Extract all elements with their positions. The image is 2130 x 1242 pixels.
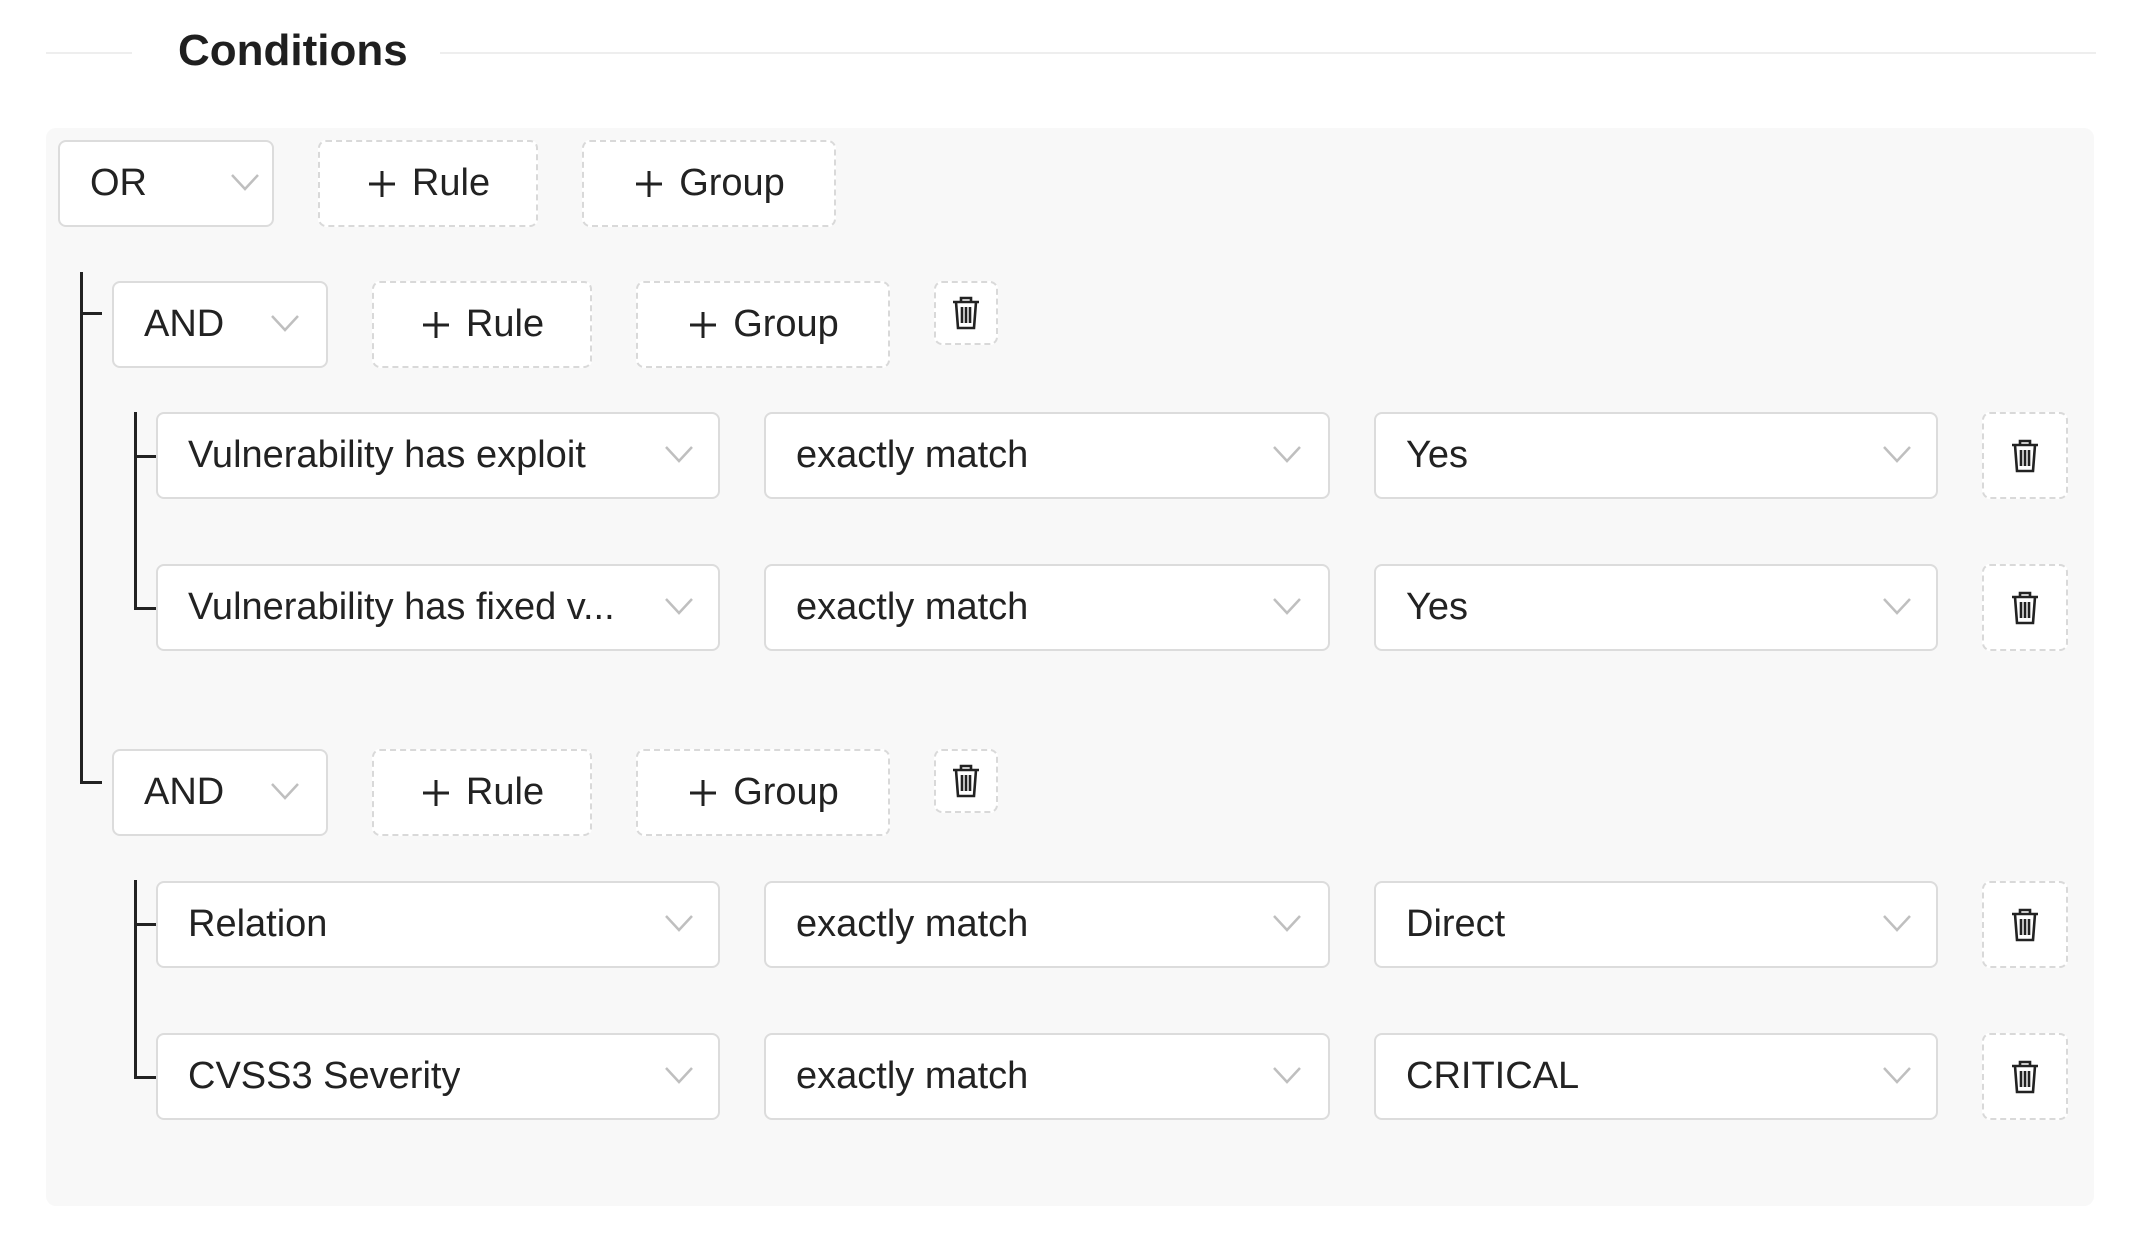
rule-operator-select[interactable]: exactly match: [764, 412, 1330, 499]
trash-icon: [2012, 1060, 2038, 1093]
root-add-rule-button[interactable]: Rule: [318, 140, 538, 227]
add-rule-label: Rule: [465, 303, 545, 345]
rule-field-select[interactable]: CVSS3 Severity: [156, 1033, 720, 1120]
rule-value-select[interactable]: CRITICAL: [1374, 1033, 1938, 1120]
chevron-down-icon: [271, 783, 299, 800]
group-1-add-group-button[interactable]: Group: [636, 281, 890, 368]
tree-connector: [134, 607, 156, 610]
rule-delete-button[interactable]: [1982, 1033, 2068, 1120]
chevron-down-icon: [1273, 598, 1301, 615]
chevron-down-icon: [665, 915, 693, 932]
chevron-down-icon: [665, 598, 693, 615]
rule-value: Yes: [1406, 586, 1468, 628]
rule-operator-select[interactable]: exactly match: [764, 881, 1330, 968]
rule-field-value: Vulnerability has exploit: [188, 434, 586, 476]
tree-connector: [134, 412, 137, 610]
group-operator-value: AND: [144, 303, 225, 345]
rule-value: Direct: [1406, 903, 1506, 945]
rule-field-value: CVSS3 Severity: [188, 1055, 461, 1097]
rule-value-select[interactable]: Yes: [1374, 412, 1938, 499]
add-rule-label: Rule: [411, 162, 491, 204]
plus-icon: [422, 779, 449, 806]
tree-connector: [80, 312, 102, 315]
group-1-delete-button[interactable]: [934, 281, 998, 345]
group-1-operator-select[interactable]: AND: [112, 281, 328, 368]
tree-connector: [80, 781, 102, 784]
group-1-add-rule-button[interactable]: Rule: [372, 281, 592, 368]
rule-delete-button[interactable]: [1982, 412, 2068, 499]
section-title: Conditions: [178, 26, 408, 75]
trash-icon: [2012, 591, 2038, 624]
plus-icon: [368, 170, 395, 197]
group-2-delete-button[interactable]: [934, 749, 998, 813]
group-2-add-group-button[interactable]: Group: [636, 749, 890, 836]
chevron-down-icon: [1273, 446, 1301, 463]
group-2-operator-select[interactable]: AND: [112, 749, 328, 836]
trash-icon: [2012, 439, 2038, 472]
add-group-label: Group: [679, 162, 785, 204]
rule-field-value: Relation: [188, 903, 328, 945]
tree-connector: [80, 272, 83, 784]
trash-icon: [2012, 908, 2038, 941]
tree-connector: [134, 880, 137, 1079]
rule-operator-value: exactly match: [796, 434, 1029, 476]
rule-delete-button[interactable]: [1982, 564, 2068, 651]
chevron-down-icon: [1273, 915, 1301, 932]
rule-value-select[interactable]: Direct: [1374, 881, 1938, 968]
chevron-down-icon: [665, 446, 693, 463]
tree-connector: [134, 455, 156, 458]
rule-field-select[interactable]: Relation: [156, 881, 720, 968]
add-group-label: Group: [733, 771, 839, 813]
rule-operator-value: exactly match: [796, 586, 1029, 628]
rule-value: CRITICAL: [1406, 1055, 1580, 1097]
plus-icon: [690, 779, 717, 806]
root-operator-value: OR: [90, 162, 147, 204]
chevron-down-icon: [665, 1067, 693, 1084]
root-add-group-button[interactable]: Group: [582, 140, 836, 227]
rule-field-select[interactable]: Vulnerability has fixed v...: [156, 564, 720, 651]
divider: [440, 52, 2096, 54]
chevron-down-icon: [1883, 446, 1911, 463]
plus-icon: [690, 311, 717, 338]
add-rule-label: Rule: [465, 771, 545, 813]
rule-field-select[interactable]: Vulnerability has exploit: [156, 412, 720, 499]
rule-value: Yes: [1406, 434, 1468, 476]
conditions-header: Conditions: [46, 20, 2096, 84]
root-operator-select[interactable]: OR: [58, 140, 274, 227]
plus-icon: [422, 311, 449, 338]
rule-value-select[interactable]: Yes: [1374, 564, 1938, 651]
rule-operator-select[interactable]: exactly match: [764, 564, 1330, 651]
group-operator-value: AND: [144, 771, 225, 813]
tree-connector: [134, 923, 156, 926]
add-group-label: Group: [733, 303, 839, 345]
plus-icon: [636, 170, 663, 197]
chevron-down-icon: [231, 174, 259, 191]
chevron-down-icon: [1273, 1067, 1301, 1084]
trash-icon: [953, 764, 979, 798]
group-2-add-rule-button[interactable]: Rule: [372, 749, 592, 836]
trash-icon: [953, 296, 979, 330]
divider: [46, 52, 132, 54]
chevron-down-icon: [271, 315, 299, 332]
rule-delete-button[interactable]: [1982, 881, 2068, 968]
tree-connector: [134, 1076, 156, 1079]
chevron-down-icon: [1883, 598, 1911, 615]
rule-operator-value: exactly match: [796, 903, 1029, 945]
rule-operator-value: exactly match: [796, 1055, 1029, 1097]
rule-field-value: Vulnerability has fixed v...: [188, 586, 615, 628]
rule-operator-select[interactable]: exactly match: [764, 1033, 1330, 1120]
chevron-down-icon: [1883, 915, 1911, 932]
chevron-down-icon: [1883, 1067, 1911, 1084]
